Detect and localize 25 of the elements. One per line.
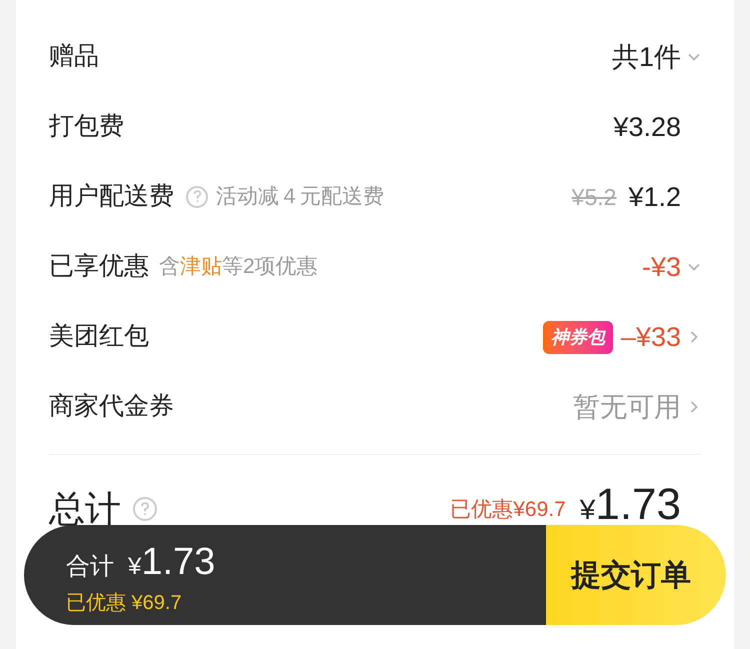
row-label: 用户配送费 xyxy=(49,181,174,212)
saved-amount: 已优惠¥69.7 xyxy=(450,496,566,522)
row-value: ¥1.2 xyxy=(628,180,681,214)
row-value: 共1件 xyxy=(612,40,681,74)
row-label: 已享优惠 xyxy=(49,251,149,282)
row-label: 打包费 xyxy=(49,111,124,142)
row-label: 商家代金券 xyxy=(49,391,174,422)
row-value: –¥33 xyxy=(620,320,681,354)
row-value: 暂无可用 xyxy=(573,390,681,424)
bar-saved: 已优惠 ¥69.7 xyxy=(66,591,183,616)
row-label: 美团红包 xyxy=(49,321,149,352)
row-note: 活动减４元配送费 xyxy=(216,184,384,210)
row-value: -¥3 xyxy=(642,250,681,284)
row-label: 赠品 xyxy=(49,41,99,72)
bar-amount: ¥1.73 xyxy=(128,540,216,585)
help-icon xyxy=(186,186,208,208)
submit-order-button[interactable]: 提交订单 xyxy=(546,525,726,625)
coupon-badge: 神券包 xyxy=(542,320,613,354)
old-price: ¥5.2 xyxy=(572,182,616,212)
row-value: ¥3.28 xyxy=(613,110,681,144)
row-note: 含津贴等2项优惠 xyxy=(159,254,318,280)
total-label: 总计 xyxy=(49,491,121,527)
total-amount: ¥1.73 xyxy=(580,483,681,527)
help-icon xyxy=(133,497,157,521)
bar-label: 合计 xyxy=(66,552,114,582)
